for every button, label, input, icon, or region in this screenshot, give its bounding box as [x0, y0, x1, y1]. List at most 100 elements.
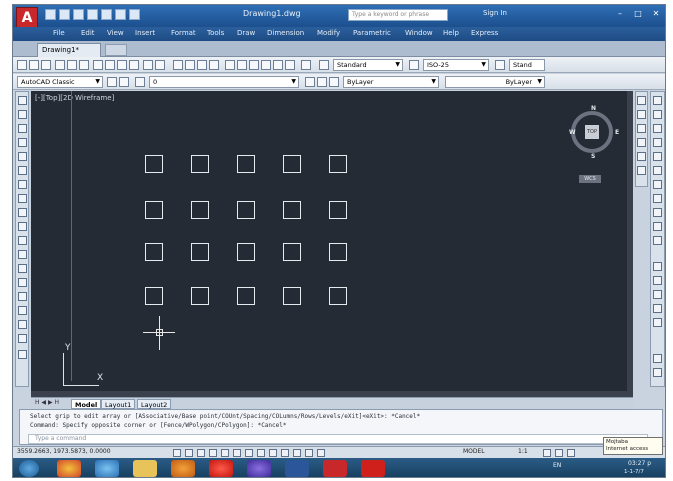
hatch-icon[interactable] [18, 292, 27, 301]
print-icon[interactable] [101, 9, 112, 20]
gradient-icon[interactable] [18, 306, 27, 315]
minimize-icon[interactable]: – [613, 8, 627, 20]
rectangle-shape[interactable] [191, 243, 209, 261]
new-tab-button[interactable] [105, 44, 127, 56]
array-icon[interactable] [637, 152, 646, 161]
linetype-dropdown[interactable]: ByLayer ▼ [445, 76, 545, 88]
layer-iso-icon[interactable] [329, 77, 339, 87]
rotate-icon[interactable] [653, 96, 662, 105]
file-tab-drawing1[interactable]: Drawing1* [37, 43, 101, 57]
rectangle-shape[interactable] [237, 287, 255, 305]
ellipse-icon[interactable] [18, 222, 27, 231]
dim-style-icon[interactable] [409, 60, 419, 70]
scale-icon[interactable] [653, 110, 662, 119]
extend-icon[interactable] [653, 152, 662, 161]
trim-icon[interactable] [653, 138, 662, 147]
media-player-icon[interactable] [171, 460, 195, 477]
word-icon[interactable] [285, 460, 309, 477]
clock-date[interactable]: 1-1-7/7 [624, 469, 644, 475]
lineweight-icon[interactable] [281, 449, 289, 457]
match-properties-icon[interactable] [129, 60, 139, 70]
blend-icon[interactable] [653, 222, 662, 231]
copy-object-icon[interactable] [637, 110, 646, 119]
join-icon[interactable] [653, 180, 662, 189]
erase-icon[interactable] [637, 96, 646, 105]
menu-insert[interactable]: Insert [135, 29, 155, 37]
break-icon[interactable] [653, 166, 662, 175]
region-icon[interactable] [18, 320, 27, 329]
rectangle-shape[interactable] [329, 243, 347, 261]
layer-properties-icon[interactable] [119, 77, 129, 87]
opera-icon[interactable] [209, 460, 233, 477]
rectangle-shape[interactable] [237, 243, 255, 261]
menu-view[interactable]: View [107, 29, 124, 37]
menu-help[interactable]: Help [443, 29, 459, 37]
dim-linear-icon[interactable] [653, 262, 662, 271]
language-indicator[interactable]: EN [553, 462, 561, 469]
viber-icon[interactable] [247, 460, 271, 477]
rectangle-shape[interactable] [329, 155, 347, 173]
move-icon[interactable] [637, 166, 646, 175]
point-icon[interactable] [18, 278, 27, 287]
table-icon[interactable] [18, 334, 27, 343]
copy-icon[interactable] [105, 60, 115, 70]
layer-dropdown[interactable]: 0 ▼ [149, 76, 299, 88]
offset-icon[interactable] [637, 138, 646, 147]
viewcube-top-face[interactable]: TOP [585, 125, 599, 139]
rectangle-shape[interactable] [191, 201, 209, 219]
wcs-menu[interactable]: WCS [579, 175, 601, 183]
dim-angular-icon[interactable] [653, 304, 662, 313]
workspace-dropdown[interactable]: AutoCAD Classic ▼ [17, 76, 103, 88]
compass-west[interactable]: W [569, 129, 576, 136]
zoom-realtime-icon[interactable] [185, 60, 195, 70]
compass-north[interactable]: N [591, 105, 596, 112]
stretch-icon[interactable] [653, 124, 662, 133]
dim-style-dropdown[interactable]: ISO-25 ▼ [423, 59, 489, 71]
snap-mode-icon[interactable] [173, 449, 181, 457]
plot-icon[interactable] [55, 60, 65, 70]
workspace-settings-icon[interactable] [107, 77, 117, 87]
clock-time[interactable]: 03:27 p [628, 460, 651, 467]
quick-properties-icon[interactable] [305, 449, 313, 457]
arc-icon[interactable] [18, 166, 27, 175]
publish-icon[interactable] [79, 60, 89, 70]
annotation-scale[interactable]: 1:1 [518, 448, 528, 455]
rectangle-shape[interactable] [283, 155, 301, 173]
autocad-taskbar-icon[interactable] [323, 460, 347, 477]
internet-explorer-icon[interactable] [95, 460, 119, 477]
open-icon[interactable] [59, 9, 70, 20]
explode-icon[interactable] [653, 236, 662, 245]
rectangle-shape[interactable] [237, 155, 255, 173]
viewport-controls[interactable]: [-][Top][2D Wireframe] [35, 94, 114, 102]
rectangle-shape[interactable] [237, 201, 255, 219]
object-snap-icon[interactable] [653, 354, 662, 363]
cut-icon[interactable] [93, 60, 103, 70]
sheet-set-icon[interactable] [261, 60, 271, 70]
rectangle-shape[interactable] [283, 201, 301, 219]
color-dropdown[interactable]: ByLayer ▼ [343, 76, 439, 88]
menu-edit[interactable]: Edit [81, 29, 95, 37]
object-snap-icon[interactable] [221, 449, 229, 457]
dim-radius-icon[interactable] [653, 290, 662, 299]
calculator-icon[interactable] [285, 60, 295, 70]
circle-icon[interactable] [18, 180, 27, 189]
dim-baseline-icon[interactable] [653, 318, 662, 327]
tab-layout1[interactable]: Layout1 [101, 399, 136, 409]
paste-icon[interactable] [117, 60, 127, 70]
snap-endpoint-icon[interactable] [653, 368, 662, 377]
ortho-mode-icon[interactable] [197, 449, 205, 457]
pan-icon[interactable] [173, 60, 183, 70]
menu-tools[interactable]: Tools [207, 29, 224, 37]
dynamic-ucs-icon[interactable] [257, 449, 265, 457]
save-icon[interactable] [73, 9, 84, 20]
rectangle-shape[interactable] [145, 155, 163, 173]
layout-nav-arrows[interactable]: H ◀ ▶ H [35, 399, 59, 406]
text-style-icon[interactable] [319, 60, 329, 70]
rectangle-shape[interactable] [145, 243, 163, 261]
viewcube[interactable]: TOP [571, 111, 613, 153]
polar-tracking-icon[interactable] [209, 449, 217, 457]
help-icon[interactable] [301, 60, 311, 70]
rectangle-shape[interactable] [145, 201, 163, 219]
text-style-dropdown[interactable]: Standard ▼ [333, 59, 403, 71]
chamfer-icon[interactable] [653, 194, 662, 203]
